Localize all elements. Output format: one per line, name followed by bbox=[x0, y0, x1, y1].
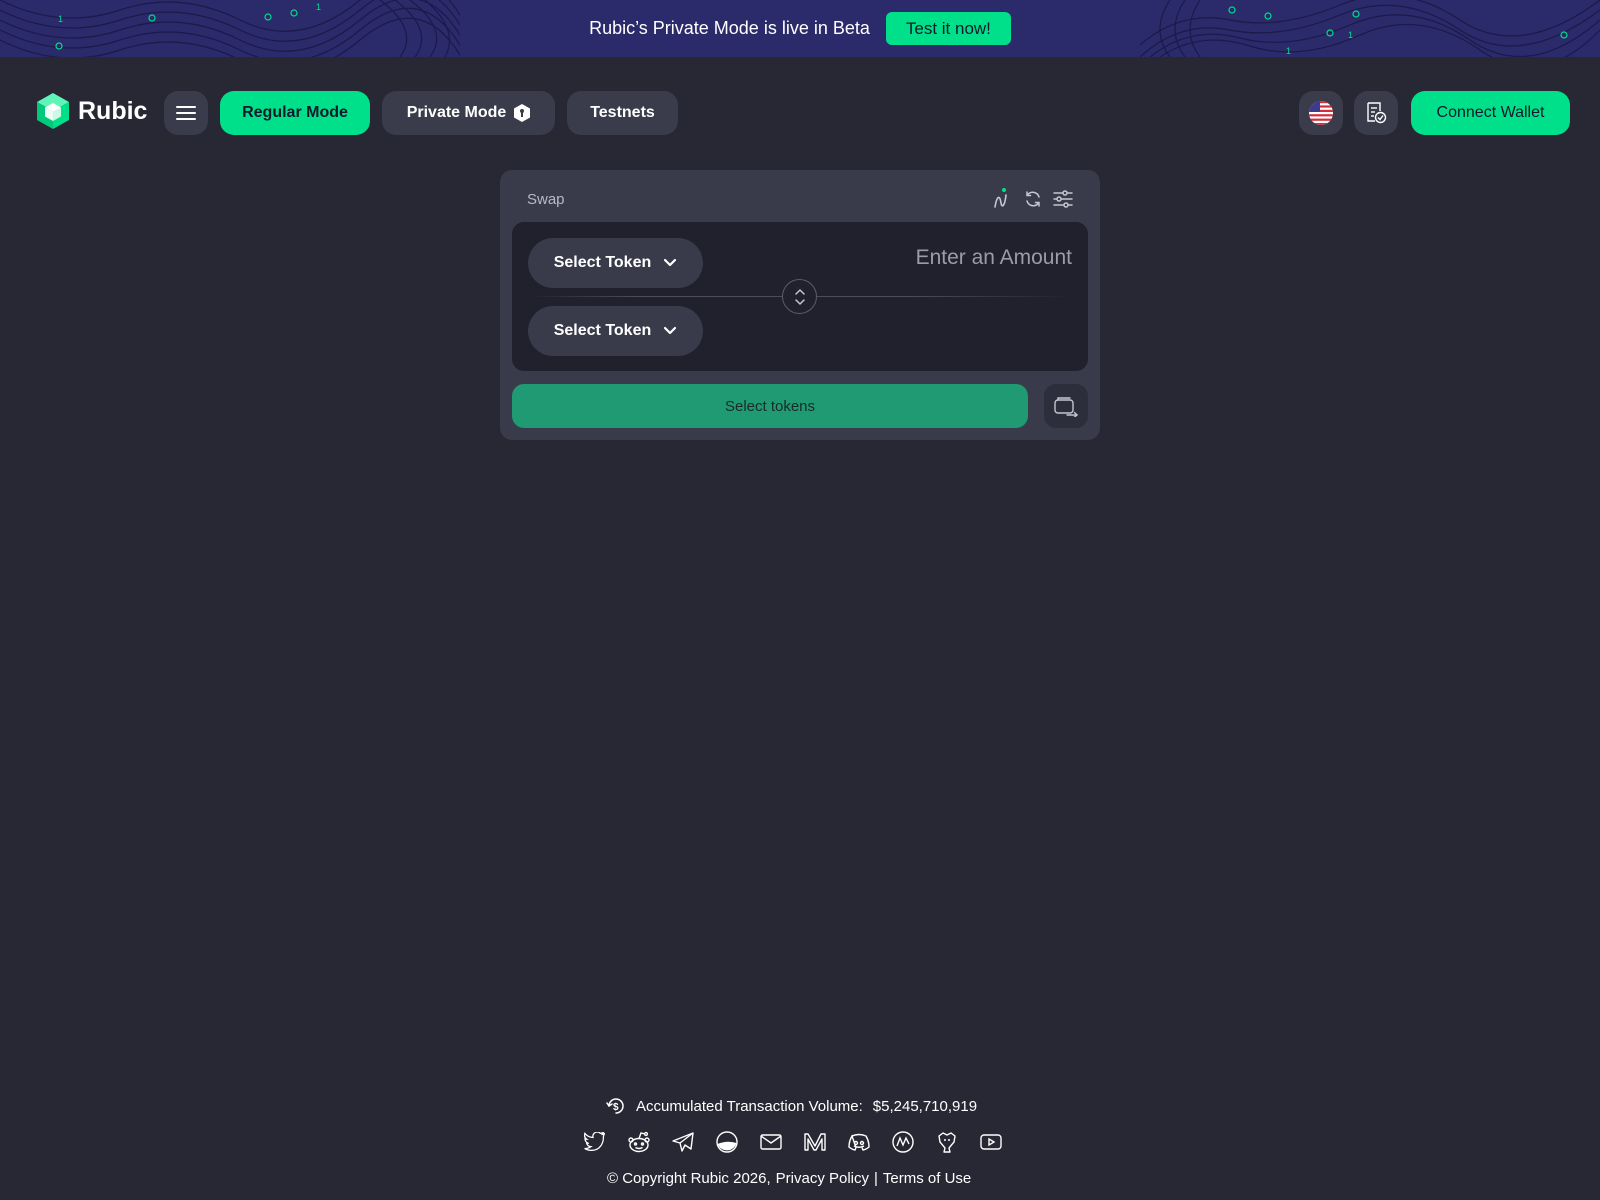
rubic-cube-icon bbox=[37, 93, 69, 129]
logo-text: Rubic bbox=[78, 96, 148, 125]
sliders-icon bbox=[1053, 190, 1073, 208]
connect-wallet-button[interactable]: Connect Wallet bbox=[1411, 91, 1570, 135]
history-button[interactable] bbox=[1354, 91, 1398, 135]
copyright-separator: | bbox=[874, 1170, 878, 1187]
volume-label: Accumulated Transaction Volume: bbox=[636, 1097, 863, 1115]
discord-icon[interactable] bbox=[847, 1130, 871, 1154]
testnets-button[interactable]: Testnets bbox=[567, 91, 678, 135]
transaction-volume: $ Accumulated Transaction Volume: $5,245… bbox=[606, 1096, 977, 1116]
select-tokens-button[interactable]: Select tokens bbox=[512, 384, 1028, 428]
amount-input[interactable] bbox=[812, 242, 1072, 274]
medium-icon[interactable] bbox=[803, 1130, 827, 1154]
target-wallet-button[interactable] bbox=[1044, 384, 1088, 428]
rubic-logo[interactable]: Rubic bbox=[36, 92, 147, 130]
twitter-icon[interactable] bbox=[583, 1130, 607, 1154]
chevron-down-icon bbox=[664, 258, 677, 267]
shield-lock-icon bbox=[514, 104, 531, 122]
volume-dollar-icon: $ bbox=[606, 1098, 624, 1114]
regular-mode-button[interactable]: Regular Mode bbox=[220, 91, 370, 135]
chevron-down-icon bbox=[664, 326, 677, 335]
hamburger-icon bbox=[176, 106, 196, 120]
svg-text:1: 1 bbox=[316, 2, 321, 12]
banner-pattern-right: 11 bbox=[1140, 0, 1600, 57]
coinmarketcap-icon[interactable] bbox=[891, 1130, 915, 1154]
refresh-icon bbox=[1026, 191, 1040, 207]
privacy-policy-link[interactable]: Privacy Policy bbox=[776, 1170, 869, 1187]
to-token-select[interactable]: Select Token bbox=[528, 306, 703, 356]
swap-form: Select Token Select Token bbox=[512, 222, 1088, 371]
private-mode-button[interactable]: Private Mode bbox=[382, 91, 555, 135]
receipt-check-icon bbox=[1367, 102, 1387, 124]
mail-icon[interactable] bbox=[759, 1130, 783, 1154]
swap-tools bbox=[992, 188, 1074, 210]
coingecko-icon[interactable] bbox=[715, 1130, 739, 1154]
banner-message: Rubic’s Private Mode is live in Beta bbox=[589, 18, 870, 38]
private-mode-label: Private Mode bbox=[406, 104, 507, 121]
svg-text:$: $ bbox=[613, 1102, 619, 1113]
social-links bbox=[583, 1130, 1003, 1154]
language-button[interactable] bbox=[1299, 91, 1343, 135]
youtube-icon[interactable] bbox=[979, 1130, 1003, 1154]
terms-of-use-link[interactable]: Terms of Use bbox=[883, 1170, 971, 1187]
volume-value: $5,245,710,919 bbox=[872, 1097, 978, 1115]
swap-arrows-icon bbox=[794, 288, 805, 305]
copyright-line: © Copyright Rubic 2026, Privacy Policy |… bbox=[607, 1170, 971, 1187]
us-flag-icon bbox=[1309, 101, 1333, 125]
test-it-now-button[interactable]: Test it now! bbox=[885, 12, 1011, 45]
reddit-icon[interactable] bbox=[627, 1130, 651, 1154]
svg-text:1: 1 bbox=[1286, 46, 1291, 56]
copyright-text: © Copyright Rubic 2026, bbox=[607, 1170, 771, 1187]
banner-pattern-left: 11 bbox=[0, 0, 460, 57]
refresh-button[interactable] bbox=[1022, 188, 1044, 210]
settings-button[interactable] bbox=[1052, 188, 1074, 210]
swap-title: Swap bbox=[527, 191, 565, 208]
github-icon[interactable] bbox=[935, 1130, 959, 1154]
svg-text:1: 1 bbox=[58, 14, 63, 24]
menu-button[interactable] bbox=[164, 91, 208, 135]
svg-text:1: 1 bbox=[1348, 30, 1353, 40]
to-token-label: Select Token bbox=[553, 322, 652, 339]
from-token-select[interactable]: Select Token bbox=[528, 238, 703, 288]
wallet-arrow-icon bbox=[1054, 397, 1079, 417]
chart-tool-button[interactable] bbox=[992, 188, 1014, 210]
telegram-icon[interactable] bbox=[671, 1130, 695, 1154]
header: Rubic Regular Mode Private Mode Testnets bbox=[0, 57, 1600, 169]
promo-banner: 11 11 Rubic’s Private Mode is live in Be… bbox=[0, 0, 1600, 57]
from-token-label: Select Token bbox=[553, 254, 652, 271]
switch-tokens-button[interactable] bbox=[782, 279, 817, 314]
route-chart-icon bbox=[994, 188, 1007, 208]
swap-card: Swap Select Token Enter an Amount Select… bbox=[500, 170, 1100, 440]
